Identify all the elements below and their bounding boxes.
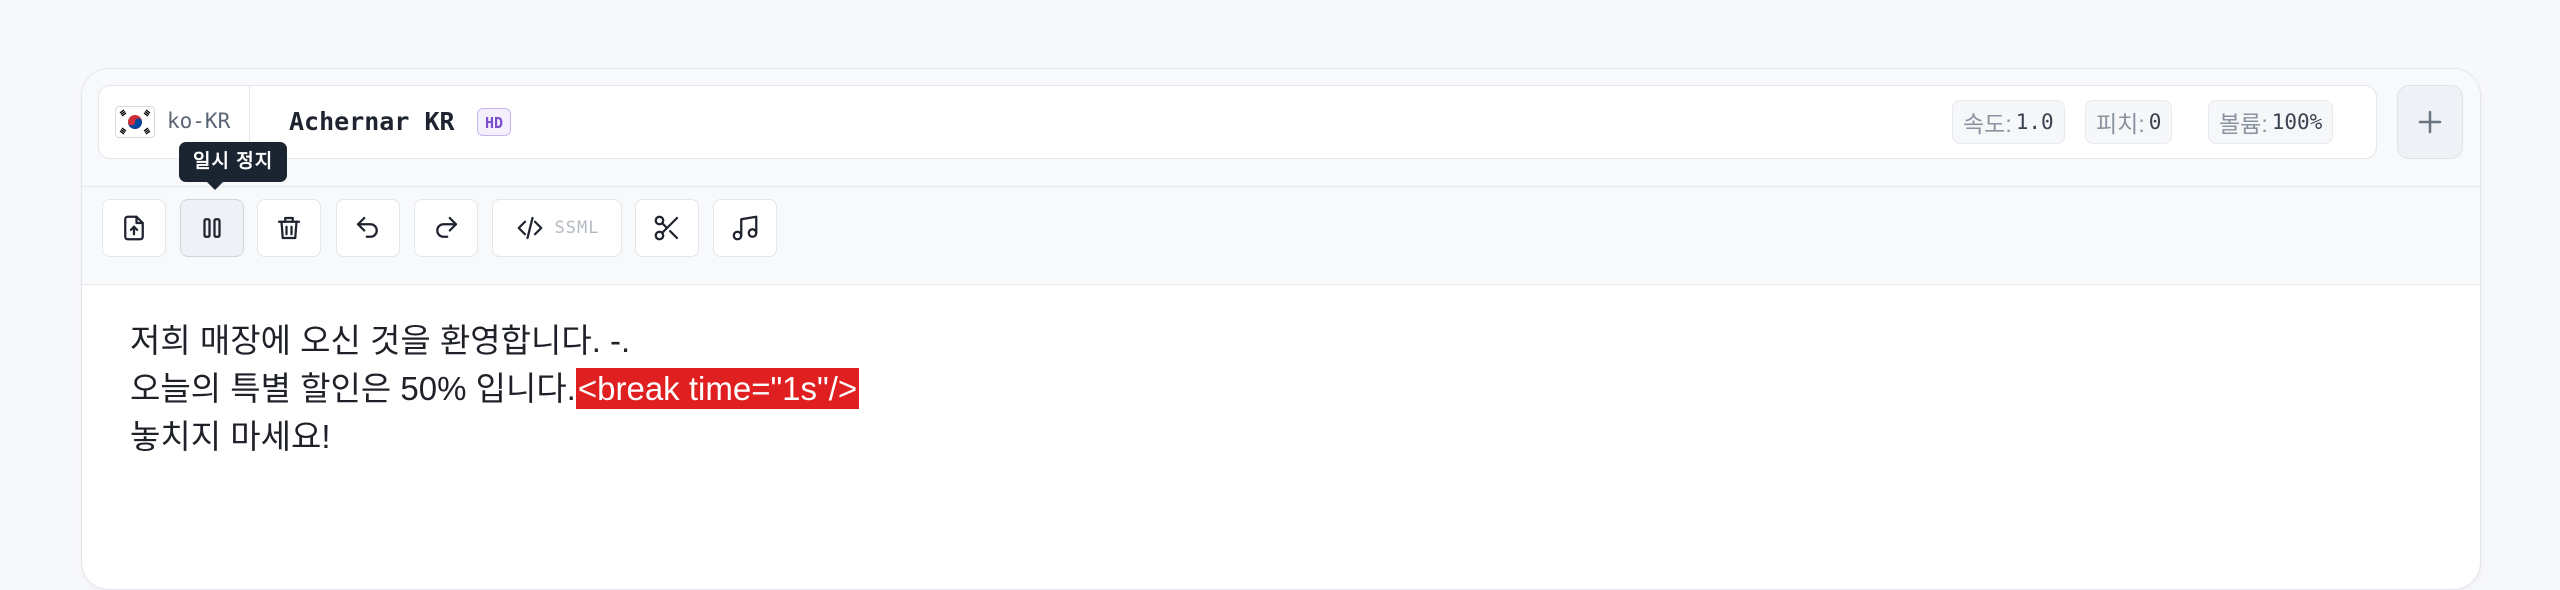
redo-icon — [436, 216, 458, 238]
language-code: ko-KR — [167, 109, 231, 133]
speed-value: 1.0 — [2015, 110, 2054, 134]
ssml-break-tag[interactable]: <break time="1s"/> — [575, 368, 860, 409]
background-music-button[interactable] — [713, 199, 777, 257]
script-editor[interactable]: 저희 매장에 오신 것을 환영합니다. -. 오늘의 특별 할인은 50% 입니… — [130, 317, 2432, 461]
pitch-label: 피치: — [2096, 111, 2145, 137]
scissors-icon — [654, 215, 679, 241]
pitch-value: 0 — [2148, 110, 2162, 134]
undo-icon — [356, 216, 378, 238]
tts-editor-card: ko-KR Achernar KR HD 속도: 1.0 피치: 0 볼륨: 1… — [81, 68, 2481, 590]
hd-badge: HD — [477, 108, 512, 136]
undo-button[interactable] — [336, 199, 400, 257]
script-line-2: 오늘의 특별 할인은 50% 입니다.<break time="1s"/> — [130, 365, 2432, 413]
trash-icon — [277, 216, 301, 240]
speed-param[interactable]: 속도: 1.0 — [1952, 100, 2065, 144]
music-note-icon — [732, 215, 758, 241]
upload-file-button[interactable] — [102, 199, 166, 257]
voice-name: Achernar KR — [289, 107, 455, 136]
voice-selector[interactable]: ko-KR Achernar KR HD 속도: 1.0 피치: 0 볼륨: 1… — [98, 85, 2377, 159]
add-voice-button[interactable] — [2397, 85, 2463, 159]
pause-button[interactable] — [180, 199, 244, 257]
volume-label: 볼륨: — [2219, 111, 2268, 137]
redo-button[interactable] — [414, 199, 478, 257]
script-line-1: 저희 매장에 오신 것을 환영합니다. -. — [130, 322, 631, 359]
volume-value: 100% — [2271, 110, 2323, 134]
voice-header: ko-KR Achernar KR HD 속도: 1.0 피치: 0 볼륨: 1… — [82, 69, 2480, 187]
ssml-label: SSML — [554, 218, 600, 238]
pause-tooltip: 일시 정지 — [179, 142, 288, 190]
pause-icon — [203, 218, 221, 238]
cut-button[interactable] — [635, 199, 699, 257]
plus-icon — [2418, 110, 2442, 134]
script-line-2-text: 오늘의 특별 할인은 50% 입니다. — [130, 370, 576, 407]
pitch-param[interactable]: 피치: 0 — [2085, 100, 2173, 144]
script-line-3: 놓치지 마세요! — [130, 418, 331, 455]
volume-param[interactable]: 볼륨: 100% — [2208, 100, 2334, 144]
ssml-button[interactable]: SSML — [492, 199, 622, 257]
delete-button[interactable] — [257, 199, 321, 257]
code-icon — [517, 216, 542, 240]
editor-toolbar: SSML — [82, 187, 2480, 285]
korea-flag-icon — [115, 106, 155, 138]
upload-file-icon — [124, 215, 144, 241]
speed-label: 속도: — [1963, 111, 2012, 137]
